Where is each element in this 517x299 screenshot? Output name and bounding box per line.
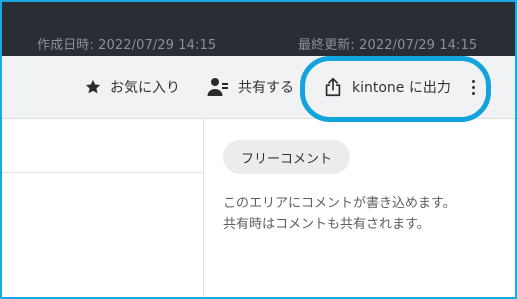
share-label: 共有する — [238, 80, 294, 96]
left-row-divider — [0, 172, 203, 173]
more-vertical-icon[interactable] — [463, 56, 483, 118]
share-button[interactable]: 共有する — [206, 56, 298, 118]
free-comment-tab[interactable]: フリーコメント — [223, 140, 351, 174]
person-share-icon — [206, 75, 230, 99]
comment-hint-line2: 共有時はコメントも共有されます。 — [223, 217, 430, 232]
toolbar: お気に入り 共有する kintone に出力 — [0, 56, 517, 119]
comment-hint-line1: このエリアにコメントが書き込めます。 — [223, 196, 456, 211]
kintone-export-button[interactable]: kintone に出力 — [322, 56, 451, 118]
favorite-label: お気に入り — [110, 80, 180, 96]
upload-icon — [322, 76, 344, 98]
column-divider — [203, 119, 204, 299]
header-bar: 作成日時: 2022/07/29 14:15 最終更新: 2022/07/29 … — [0, 0, 517, 56]
created-timestamp: 作成日時: 2022/07/29 14:15 — [37, 38, 217, 53]
kintone-export-label: kintone に出力 — [352, 80, 451, 96]
updated-timestamp: 最終更新: 2022/07/29 14:15 — [298, 38, 478, 53]
favorite-button[interactable]: お気に入り — [84, 56, 180, 118]
star-icon — [84, 78, 102, 96]
